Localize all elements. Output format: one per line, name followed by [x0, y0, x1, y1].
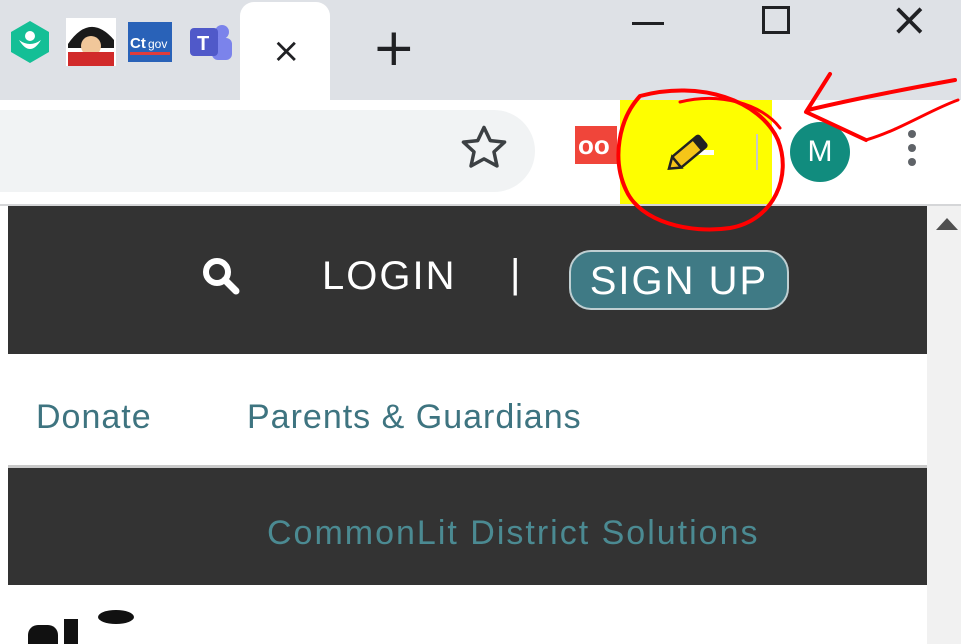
highlighter-pen-icon	[660, 128, 720, 181]
nav-link-parents-guardians[interactable]: Parents & Guardians	[247, 398, 582, 437]
tab-close-button[interactable]: ×	[272, 34, 301, 68]
svg-text:T: T	[197, 33, 209, 55]
more-menu-icon[interactable]	[908, 130, 916, 172]
ct-gov-tab[interactable]: Ct gov	[126, 18, 174, 66]
site-logo-partial[interactable]	[8, 585, 927, 644]
teams-tab[interactable]: T	[186, 18, 234, 66]
nav-link-donate[interactable]: Donate	[36, 398, 152, 437]
teams-icon: T	[190, 25, 232, 60]
toolbar-divider	[756, 134, 758, 170]
svg-text:Ct: Ct	[130, 35, 146, 52]
star-icon[interactable]	[458, 122, 510, 179]
khan-academy-tab[interactable]	[6, 18, 54, 66]
window-close-button[interactable]: ×	[890, 0, 929, 42]
svg-text:gov: gov	[148, 37, 167, 51]
login-link[interactable]: LOGIN	[322, 254, 456, 299]
logo-letter-l	[64, 619, 78, 644]
comic-tab[interactable]	[64, 18, 116, 66]
new-tab-button[interactable]: +	[372, 22, 416, 74]
site-header	[8, 206, 927, 354]
khan-academy-icon	[11, 21, 49, 63]
profile-avatar[interactable]: M	[790, 122, 850, 182]
ct-gov-icon: Ct gov	[128, 22, 172, 62]
logo-letter-i-dot	[98, 610, 134, 624]
scroll-up-arrow-icon[interactable]	[936, 218, 958, 230]
search-icon[interactable]	[200, 255, 242, 302]
address-bar[interactable]	[0, 110, 535, 192]
signup-button[interactable]: SIGN UP	[569, 250, 789, 310]
district-solutions-link[interactable]: CommonLit District Solutions	[267, 514, 759, 553]
scrollbar[interactable]	[927, 206, 961, 644]
header-separator: |	[510, 252, 521, 296]
comic-character-icon	[66, 18, 116, 66]
red-extension-button[interactable]: oo	[575, 126, 617, 164]
logo-letter-fragment	[28, 625, 58, 644]
minimize-button[interactable]	[632, 22, 664, 25]
browser-toolbar: oo M	[0, 100, 961, 206]
maximize-button[interactable]	[762, 6, 790, 34]
